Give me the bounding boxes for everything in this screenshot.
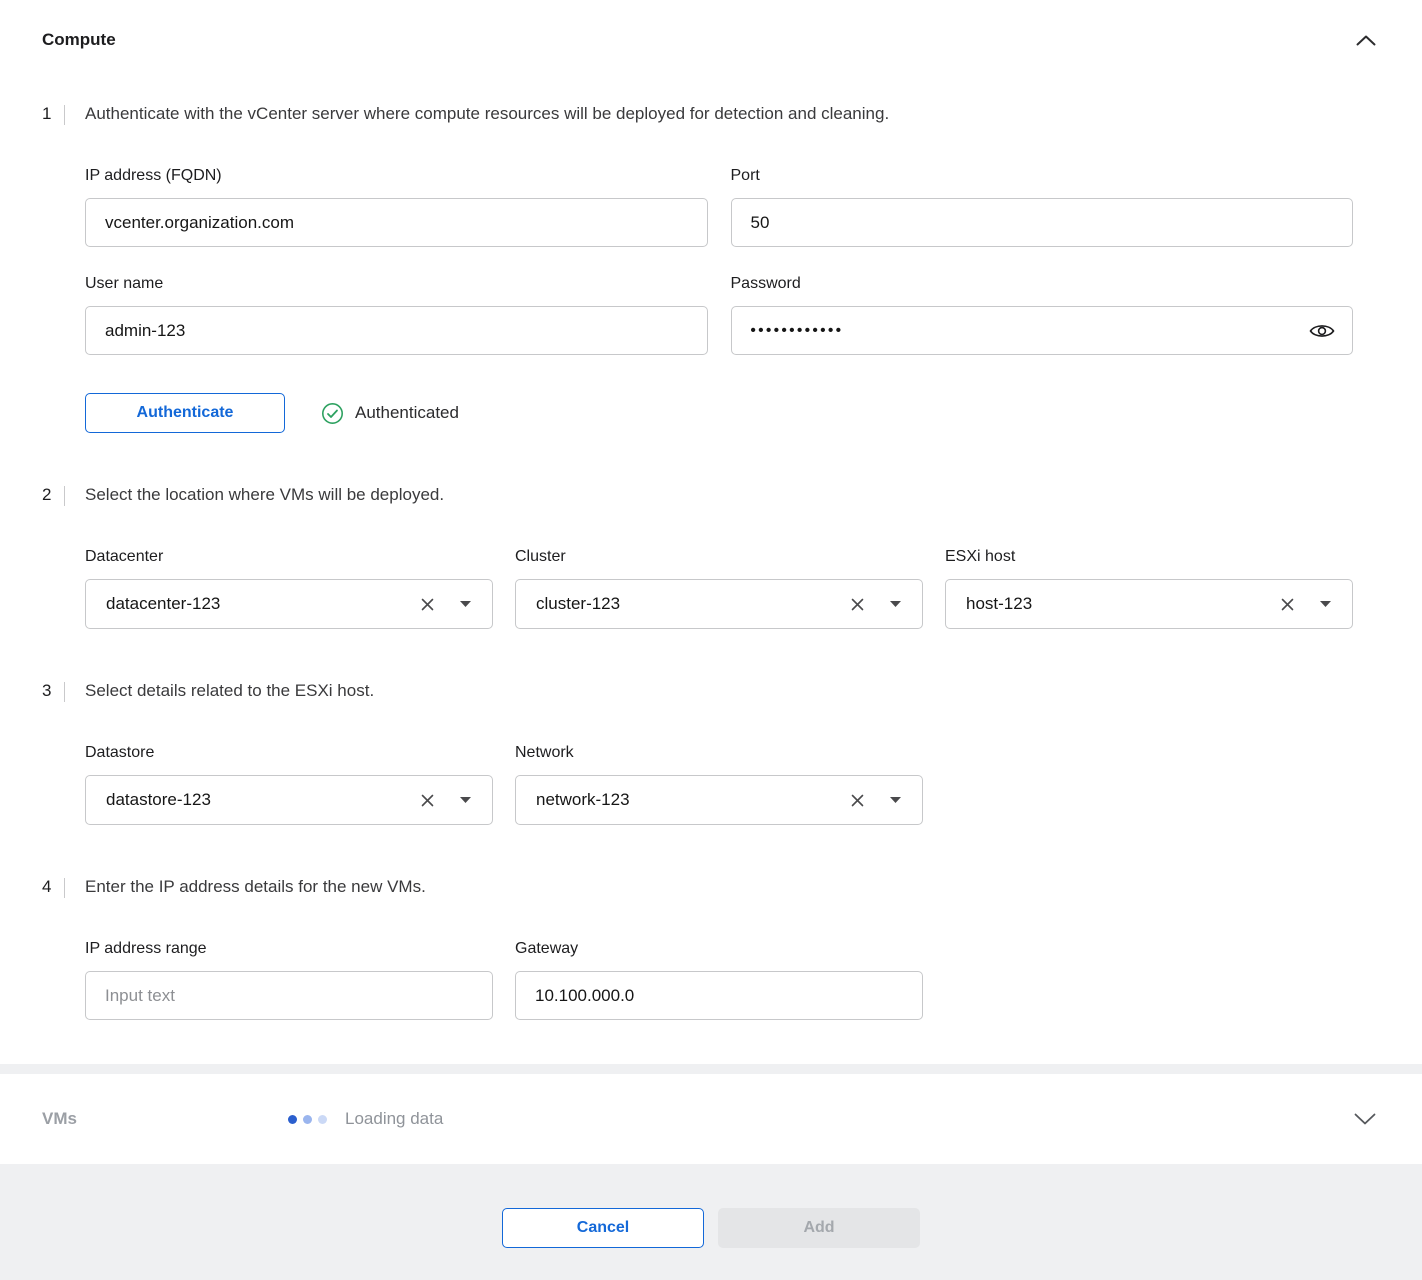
port-field: Port <box>731 167 1354 247</box>
password-input[interactable] <box>731 306 1354 355</box>
step-number: 1 <box>42 104 64 124</box>
loading-dot <box>288 1115 297 1124</box>
step-heading: 2 Select the location where VMs will be … <box>42 485 1380 506</box>
username-input[interactable] <box>85 306 708 355</box>
cluster-combobox[interactable]: cluster-123 <box>515 579 923 629</box>
show-password-button[interactable] <box>1305 318 1339 343</box>
datacenter-field: Datacenter datacenter-123 <box>85 548 493 629</box>
collapse-section-button[interactable] <box>1352 31 1380 50</box>
datastore-combobox[interactable]: datastore-123 <box>85 775 493 825</box>
chevron-up-icon <box>1356 35 1376 46</box>
step-ip-details: 4 Enter the IP address details for the n… <box>42 877 1380 1020</box>
ip-address-input[interactable] <box>85 198 708 247</box>
compute-section-header: Compute <box>42 30 1380 50</box>
step-heading: 4 Enter the IP address details for the n… <box>42 877 1380 898</box>
datastore-field: Datastore datastore-123 <box>85 744 493 825</box>
ip-range-input[interactable] <box>85 971 493 1020</box>
cluster-field: Cluster cluster-123 <box>515 548 923 629</box>
clear-x-icon <box>850 597 865 612</box>
vms-section: VMs Loading data <box>0 1074 1422 1164</box>
clear-selection-button[interactable] <box>846 789 869 812</box>
chevron-down-icon <box>1354 1113 1376 1125</box>
clear-selection-button[interactable] <box>416 593 439 616</box>
clear-x-icon <box>420 597 435 612</box>
combobox-value: datastore-123 <box>106 790 416 810</box>
datastore-label: Datastore <box>85 744 493 762</box>
step-description: Select details related to the ESXi host. <box>85 681 374 701</box>
chevron-down-icon[interactable] <box>885 596 906 612</box>
loading-text: Loading data <box>345 1109 443 1129</box>
check-circle-icon <box>321 402 344 425</box>
cluster-label: Cluster <box>515 548 923 566</box>
password-field: Password <box>731 275 1354 355</box>
vms-section-title: VMs <box>42 1109 288 1129</box>
network-label: Network <box>515 744 923 762</box>
cancel-button[interactable]: Cancel <box>502 1208 704 1248</box>
network-combobox[interactable]: network-123 <box>515 775 923 825</box>
step-divider <box>64 105 65 125</box>
step-divider <box>64 682 65 702</box>
section-title: Compute <box>42 30 116 50</box>
eye-icon <box>1309 322 1335 339</box>
port-input[interactable] <box>731 198 1354 247</box>
step-heading: 3 Select details related to the ESXi hos… <box>42 681 1380 702</box>
step-description: Authenticate with the vCenter server whe… <box>85 104 889 124</box>
add-button[interactable]: Add <box>718 1208 920 1248</box>
loading-dot <box>303 1115 312 1124</box>
combobox-value: network-123 <box>536 790 846 810</box>
ip-address-label: IP address (FQDN) <box>85 167 708 185</box>
port-label: Port <box>731 167 1354 185</box>
step-divider <box>64 878 65 898</box>
combobox-value: datacenter-123 <box>106 594 416 614</box>
step-description: Select the location where VMs will be de… <box>85 485 444 505</box>
clear-x-icon <box>420 793 435 808</box>
expand-vms-button[interactable] <box>1350 1109 1380 1129</box>
clear-selection-button[interactable] <box>846 593 869 616</box>
loading-dot <box>318 1115 327 1124</box>
clear-x-icon <box>1280 597 1295 612</box>
footer-actions: Cancel Add <box>0 1176 1422 1280</box>
gateway-input[interactable] <box>515 971 923 1020</box>
datacenter-label: Datacenter <box>85 548 493 566</box>
password-label: Password <box>731 275 1354 293</box>
combobox-value: cluster-123 <box>536 594 846 614</box>
compute-section: Compute 1 Authenticate with the vCenter … <box>0 0 1422 1064</box>
username-label: User name <box>85 275 708 293</box>
auth-status: Authenticated <box>321 402 459 425</box>
clear-selection-button[interactable] <box>1276 593 1299 616</box>
ip-range-field: IP address range <box>85 940 493 1020</box>
step-number: 2 <box>42 485 64 505</box>
network-field: Network network-123 <box>515 744 923 825</box>
step-number: 3 <box>42 681 64 701</box>
step-authenticate: 1 Authenticate with the vCenter server w… <box>42 104 1380 433</box>
ip-range-label: IP address range <box>85 940 493 958</box>
esxi-host-combobox[interactable]: host-123 <box>945 579 1353 629</box>
chevron-down-icon[interactable] <box>455 596 476 612</box>
step-host-details: 3 Select details related to the ESXi hos… <box>42 681 1380 825</box>
page: Compute 1 Authenticate with the vCenter … <box>0 0 1422 1280</box>
step-divider <box>64 486 65 506</box>
loading-indicator: Loading data <box>288 1109 443 1129</box>
authenticate-button[interactable]: Authenticate <box>85 393 285 433</box>
step-description: Enter the IP address details for the new… <box>85 877 426 897</box>
combobox-value: host-123 <box>966 594 1276 614</box>
esxi-host-label: ESXi host <box>945 548 1353 566</box>
auth-status-text: Authenticated <box>355 403 459 423</box>
clear-selection-button[interactable] <box>416 789 439 812</box>
username-field: User name <box>85 275 708 355</box>
step-number: 4 <box>42 877 64 897</box>
step-heading: 1 Authenticate with the vCenter server w… <box>42 104 1380 125</box>
step-location: 2 Select the location where VMs will be … <box>42 485 1380 629</box>
datacenter-combobox[interactable]: datacenter-123 <box>85 579 493 629</box>
chevron-down-icon[interactable] <box>455 792 476 808</box>
gateway-label: Gateway <box>515 940 923 958</box>
chevron-down-icon[interactable] <box>1315 596 1336 612</box>
clear-x-icon <box>850 793 865 808</box>
chevron-down-icon[interactable] <box>885 792 906 808</box>
ip-address-field: IP address (FQDN) <box>85 167 708 247</box>
esxi-host-field: ESXi host host-123 <box>945 548 1353 629</box>
gateway-field: Gateway <box>515 940 923 1020</box>
